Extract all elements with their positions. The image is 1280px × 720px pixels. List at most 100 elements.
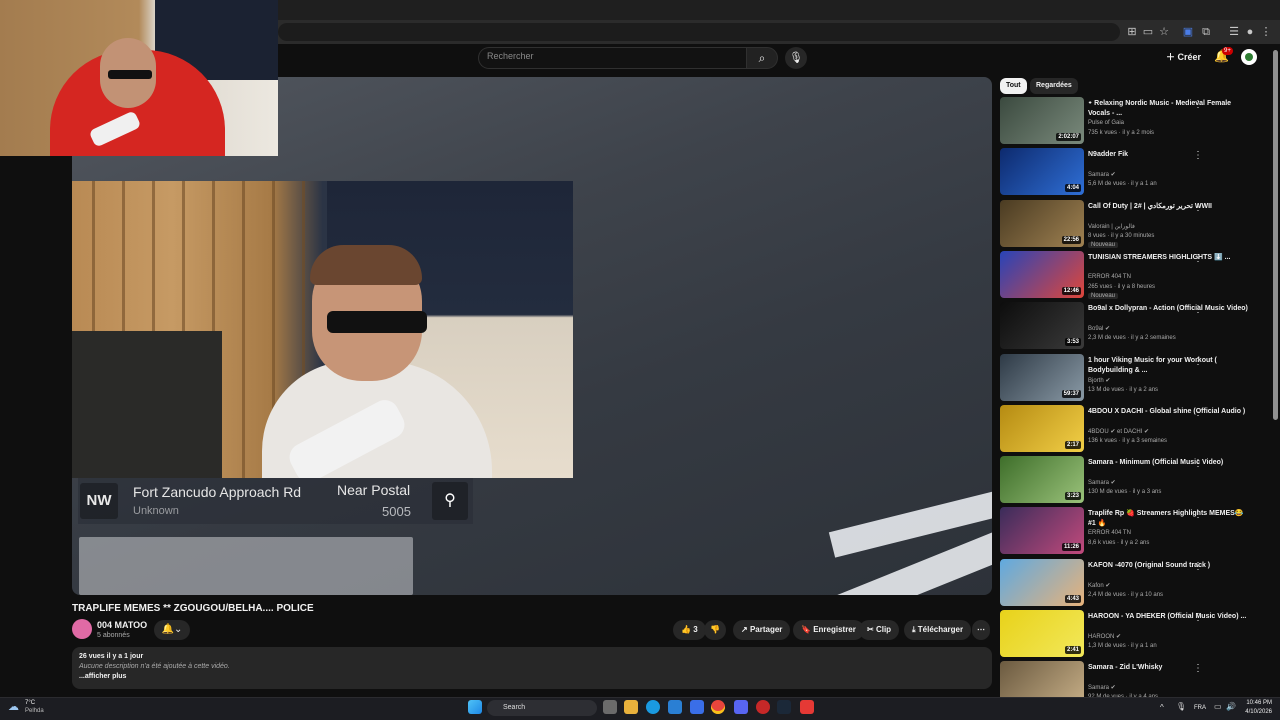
clock-date[interactable]: 4/10/2026 [1238,709,1272,715]
start-windows-icon[interactable] [468,700,482,714]
recommendation-title[interactable]: ᛭ Relaxing Nordic Music - Medieval Femal… [1088,99,1248,119]
recommendation-channel[interactable]: Bjorth ✔ [1088,377,1110,384]
more-options-icon[interactable]: ⋮ [1193,202,1203,213]
more-options-icon[interactable]: ⋮ [1193,663,1203,674]
video-thumbnail[interactable]: 2:17 [1000,404,1084,452]
recommendation-channel[interactable]: ERROR 404 TN [1088,530,1131,536]
monitor-icon[interactable]: ▭ [1214,702,1222,711]
recommendation-item[interactable]: 22:56 Call Of Duty | تحرير تورمكادي | #2 … [1000,199,1268,248]
more-options-icon[interactable]: ⋮ [1193,253,1203,264]
account-avatar[interactable] [1241,49,1257,65]
video-thumbnail[interactable]: 22:56 [1000,199,1084,247]
video-thumbnail[interactable]: 3:53 [1000,302,1084,350]
volume-icon[interactable]: 🔊 [1226,702,1236,711]
create-button[interactable]: ＋ Créer [1166,50,1201,63]
recommendation-title[interactable]: HAROON - YA DHEKER (Official Music Video… [1088,612,1248,622]
profile-icon[interactable]: ● [1244,26,1256,38]
recommendation-channel[interactable]: ERROR 404 TN [1088,274,1131,280]
browser-menu-icon[interactable]: ⋮ [1260,26,1272,38]
subscription-bell-button[interactable]: 🔔⌄ [154,620,190,640]
dislike-button[interactable]: 👎 [704,620,726,640]
video-thumbnail[interactable]: 59:37 [1000,353,1084,401]
bookmark-star-icon[interactable]: ☆ [1158,26,1170,38]
scrollbar[interactable] [1273,50,1278,420]
recommendation-channel[interactable]: Samara ✔ [1088,479,1116,486]
recommendation-title[interactable]: Samara - Zid L'Whisky [1088,663,1248,673]
more-options-icon[interactable]: ⋮ [1193,612,1203,623]
input-language[interactable]: FRA [1194,705,1206,711]
clock-time[interactable]: 10:46 PM [1242,700,1272,706]
recommendation-item[interactable]: 3:23 Samara - Minimum (Official Music Vid… [1000,456,1268,504]
recommendation-item[interactable]: 59:37 1 hour Viking Music for your Workou… [1000,353,1268,402]
recommendation-title[interactable]: TUNISIAN STREAMERS HIGHLIGHTS ⬇️ ... [1088,253,1248,263]
steam-icon[interactable] [777,700,791,714]
more-options-icon[interactable]: ⋮ [1193,561,1203,572]
share-button[interactable]: ↗ Partager [733,620,791,640]
more-options-icon[interactable]: ⋮ [1193,304,1203,315]
video-thumbnail[interactable]: 11:26 [1000,507,1084,555]
chip-all[interactable]: Tout [1000,78,1027,94]
download-button[interactable]: ⤓ Télécharger [904,620,972,640]
app-icon[interactable] [800,700,814,714]
taskbar-search-box[interactable]: Search [487,700,597,716]
chrome-icon[interactable] [711,700,725,714]
recommendation-item[interactable]: 11:26 Traplife Rp 🍓 Streamers Highlights … [1000,507,1268,555]
weather-cloud-icon[interactable]: ☁ [8,700,19,713]
recommendation-channel[interactable]: Valorain | فالوراين [1088,223,1135,230]
search-input[interactable]: Rechercher [478,47,746,69]
recommendation-title[interactable]: N9adder Fik [1088,150,1248,160]
recommendation-title[interactable]: Call Of Duty | تحرير تورمكادي | #2 WWII [1088,202,1248,212]
more-options-icon[interactable]: ⋮ [1193,99,1203,110]
recommendation-title[interactable]: Samara - Minimum (Official Music Video) [1088,458,1248,468]
recommendation-channel[interactable]: Pulse of Gaia [1088,120,1124,126]
recommendation-item[interactable]: 4:43 KAFON -4070 (Original Sound track ) K… [1000,558,1268,607]
more-actions-button[interactable]: ⋯ [972,620,990,640]
recommendation-channel[interactable]: Bo9al ✔ [1088,325,1110,332]
recommendation-item[interactable]: 4:04 N9adder Fik Samara ✔ 5,6 M de vues · i… [1000,148,1268,196]
show-more-link[interactable]: ...afficher plus [79,673,126,680]
tray-chevron-icon[interactable]: ^ [1160,703,1164,712]
discord-icon[interactable] [734,700,748,714]
recommendation-channel[interactable]: HAROON ✔ [1088,633,1121,640]
recommendation-title[interactable]: Bo9al x Dollypran - Action (Official Mus… [1088,304,1248,314]
like-button[interactable]: 👍 3 [673,620,706,640]
video-thumbnail[interactable]: 3:23 [1000,456,1084,504]
recommendation-title[interactable]: 1 hour Viking Music for your Workout ( B… [1088,356,1248,376]
recommendation-item[interactable]: 3:53 Bo9al x Dollypran - Action (Official… [1000,302,1268,350]
video-thumbnail[interactable]: 4:43 [1000,558,1084,606]
voice-search-button[interactable]: 🎙 [785,47,807,69]
extension-icon[interactable]: ▣ [1182,26,1194,38]
store-icon[interactable] [668,700,682,714]
microphone-tray-icon[interactable]: 🎙 [1176,702,1186,711]
address-bar[interactable] [278,23,1120,41]
sidebar-toggle-icon[interactable]: ☰ [1228,26,1240,38]
channel-avatar[interactable] [72,619,92,639]
recommendation-item[interactable]: 2:02:07 ᛭ Relaxing Nordic Music - Medieva… [1000,97,1268,145]
video-thumbnail[interactable]: 4:04 [1000,148,1084,196]
more-options-icon[interactable]: ⋮ [1193,458,1203,469]
recommendation-item[interactable]: 2:17 4BDOU X DACHI - Global shine (Offici… [1000,404,1268,453]
recommendation-title[interactable]: 4BDOU X DACHI - Global shine (Official A… [1088,407,1248,417]
more-options-icon[interactable]: ⋮ [1193,356,1203,367]
more-options-icon[interactable]: ⋮ [1193,407,1203,418]
more-options-icon[interactable]: ⋮ [1193,509,1203,520]
recommendation-title[interactable]: Traplife Rp 🍓 Streamers Highlights MEMES… [1088,509,1248,529]
clip-button[interactable]: ✂ Clip [859,620,900,640]
more-options-icon[interactable]: ⋮ [1193,150,1203,161]
cast-icon[interactable]: ▭ [1142,26,1154,38]
video-thumbnail[interactable]: 2:02:07 [1000,97,1084,144]
translate-icon[interactable]: ⊞ [1126,26,1138,38]
save-button[interactable]: 🔖 Enregistrer [793,620,864,640]
recommendation-item[interactable]: 12:46 TUNISIAN STREAMERS HIGHLIGHTS ⬇️ ..… [1000,250,1268,299]
task-view-icon[interactable] [603,700,617,714]
recommendation-channel[interactable]: 4BDOU ✔ et DACHI ✔ [1088,428,1149,435]
recommendation-channel[interactable]: Samara ✔ [1088,171,1116,178]
chip-watched[interactable]: Regardées [1030,78,1078,94]
recommendation-item[interactable]: 2:41 HAROON - YA DHEKER (Official Music V… [1000,610,1268,658]
mail-icon[interactable] [690,700,704,714]
recommendation-channel[interactable]: Samara ✔ [1088,684,1116,691]
video-thumbnail[interactable]: 12:46 [1000,250,1084,298]
extensions-puzzle-icon[interactable]: ⧉ [1200,26,1212,38]
recommendation-title[interactable]: KAFON -4070 (Original Sound track ) [1088,561,1248,571]
video-thumbnail[interactable]: 2:41 [1000,610,1084,657]
